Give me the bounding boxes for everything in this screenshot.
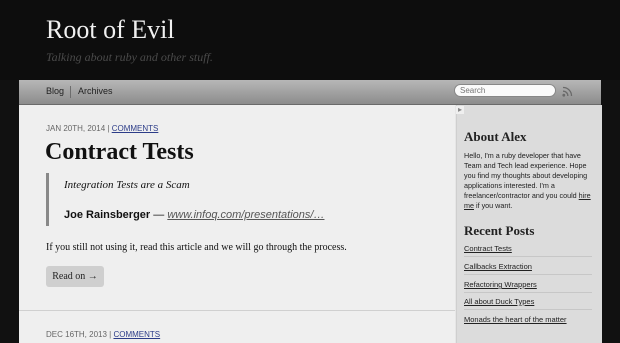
blockquote-source: Joe Rainsberger — www.infoq.com/presenta… xyxy=(64,209,324,221)
about-body: Hello, I'm a ruby developer that have Te… xyxy=(464,151,588,200)
nav-item-archives[interactable]: Archives xyxy=(78,86,113,96)
nav-divider xyxy=(70,86,71,98)
nav-item-blog[interactable]: Blog xyxy=(46,86,64,96)
recent-posts-title: Recent Posts xyxy=(464,223,535,238)
blockquote-text: Integration Tests are a Scam xyxy=(64,179,190,191)
meta-separator: | xyxy=(109,330,112,339)
site-tagline: Talking about ruby and other stuff. xyxy=(46,50,213,64)
post-date: JAN 20TH, 2014 xyxy=(46,124,106,133)
recent-post-link[interactable]: Refactoring Wrappers xyxy=(464,280,537,289)
post-title[interactable]: Contract Tests xyxy=(45,139,194,166)
quote-dash: — xyxy=(153,209,165,221)
about-text: Hello, I'm a ruby developer that have Te… xyxy=(464,151,594,211)
recent-post-link[interactable]: Contract Tests xyxy=(464,244,512,253)
about-title: About Alex xyxy=(464,129,527,144)
post-date: DEC 16TH, 2013 xyxy=(46,330,107,339)
site-title[interactable]: Root of Evil xyxy=(46,15,175,45)
list-divider xyxy=(464,274,592,275)
search-input[interactable] xyxy=(454,84,556,97)
comments-link[interactable]: COMMENTS xyxy=(112,124,159,133)
list-divider xyxy=(464,292,592,293)
read-on-button[interactable]: Read on → xyxy=(46,266,104,287)
recent-post-link[interactable]: Callbacks Extraction xyxy=(464,262,532,271)
blockquote-bar xyxy=(46,173,49,226)
post-divider xyxy=(19,310,455,311)
rss-icon[interactable] xyxy=(562,86,573,97)
recent-post-link[interactable]: Monads the heart of the matter xyxy=(464,315,567,324)
about-end: if you want. xyxy=(474,201,513,210)
quote-source-link[interactable]: www.infoq.com/presentations/… xyxy=(167,209,324,221)
post-excerpt: If you still not using it, read this art… xyxy=(46,242,347,253)
list-divider xyxy=(464,256,592,257)
post-meta: DEC 16TH, 2013 | COMMENTS xyxy=(46,330,160,339)
recent-post-link[interactable]: All about Duck Types xyxy=(464,297,534,306)
list-divider xyxy=(464,309,592,310)
scroll-handle[interactable]: ▸ xyxy=(456,106,464,114)
comments-link[interactable]: COMMENTS xyxy=(113,330,160,339)
quote-author: Joe Rainsberger xyxy=(64,209,151,221)
post-meta: JAN 20TH, 2014 | COMMENTS xyxy=(46,124,158,133)
meta-separator: | xyxy=(107,124,110,133)
